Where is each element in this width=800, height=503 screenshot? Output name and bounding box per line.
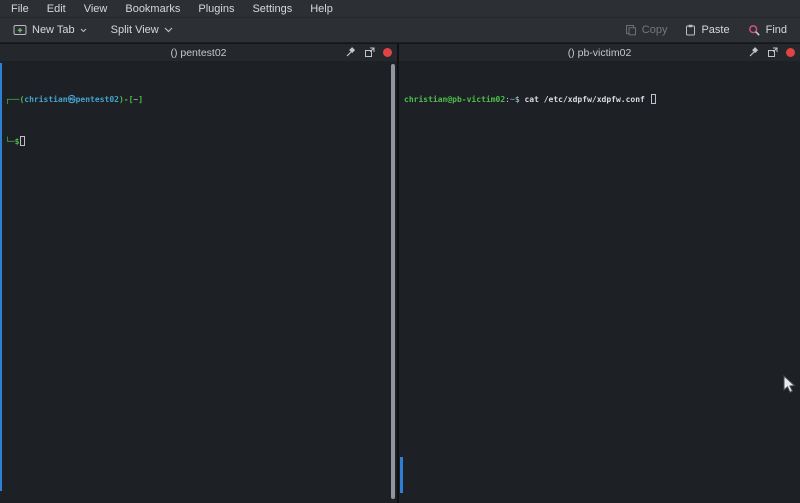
- scrollbar-thumb[interactable]: [391, 64, 395, 499]
- prompt-frame: )-[: [119, 95, 133, 104]
- pane-title: () pentest02: [170, 47, 226, 59]
- detach-icon[interactable]: [767, 47, 778, 58]
- terminal-line: christian@pb-victim02:~$ cat /etc/xdpfw/…: [404, 93, 796, 107]
- new-tab-icon: [13, 24, 27, 36]
- menu-item-help[interactable]: Help: [301, 1, 342, 17]
- prompt-dollar: $: [515, 95, 525, 104]
- pane-title: () pb-victim02: [568, 47, 632, 59]
- prompt-frame: └─$: [5, 137, 19, 146]
- copy-label: Copy: [642, 24, 668, 36]
- close-circle-icon[interactable]: [786, 48, 795, 57]
- chevron-down-icon: [164, 27, 173, 33]
- prompt-userhost: christian㉿pentest02: [24, 95, 119, 104]
- terminal-screen-pb-victim02[interactable]: christian@pb-victim02:~$ cat /etc/xdpfw/…: [399, 61, 800, 503]
- scrollbar-thumb[interactable]: [400, 457, 403, 493]
- paste-label: Paste: [701, 24, 729, 36]
- menu-item-view[interactable]: View: [75, 1, 117, 17]
- menubar: File Edit View Bookmarks Plugins Setting…: [0, 0, 800, 18]
- terminal-pane-pb-victim02: () pb-victim02: [399, 44, 800, 503]
- prompt-frame: ]: [138, 95, 143, 104]
- terminal-screen-pentest02[interactable]: ┌──(christian㉿pentest02)-[~] └─$: [0, 61, 397, 503]
- pane-header-actions: [748, 44, 795, 61]
- konsole-window: File Edit View Bookmarks Plugins Setting…: [0, 0, 800, 503]
- split-view-button[interactable]: Split View: [104, 21, 180, 39]
- new-tab-button[interactable]: New Tab: [6, 21, 94, 39]
- prompt-userhost: christian@pb-victim02: [404, 95, 505, 104]
- menu-item-plugins[interactable]: Plugins: [189, 1, 243, 17]
- detach-icon[interactable]: [364, 47, 375, 58]
- chevron-down-icon: [80, 28, 87, 33]
- menu-item-settings[interactable]: Settings: [243, 1, 301, 17]
- prompt-frame: ┌──(: [5, 95, 24, 104]
- mouse-cursor: [783, 375, 796, 399]
- terminal-line: ┌──(christian㉿pentest02)-[~]: [5, 93, 393, 107]
- pane-header-actions: [345, 44, 392, 61]
- typed-command: cat /etc/xdpfw/xdpfw.conf: [524, 95, 649, 104]
- menu-item-edit[interactable]: Edit: [38, 1, 75, 17]
- split-view-label: Split View: [111, 24, 159, 36]
- toolbar: New Tab Split View Copy: [0, 18, 800, 43]
- pin-icon[interactable]: [345, 47, 356, 58]
- find-button[interactable]: Find: [741, 21, 794, 40]
- text-cursor: [651, 94, 656, 104]
- menu-item-bookmarks[interactable]: Bookmarks: [116, 1, 189, 17]
- paste-button[interactable]: Paste: [678, 21, 736, 39]
- active-pane-indicator: [0, 63, 2, 491]
- copy-button[interactable]: Copy: [618, 21, 675, 39]
- search-icon: [748, 24, 761, 37]
- pane-header-pb-victim02[interactable]: () pb-victim02: [399, 44, 800, 61]
- split-container: () pentest02: [0, 44, 800, 503]
- new-tab-label: New Tab: [32, 24, 75, 36]
- pane-header-pentest02[interactable]: () pentest02: [0, 44, 397, 61]
- terminal-line: └─$: [5, 135, 393, 149]
- copy-icon: [625, 24, 637, 36]
- pin-icon[interactable]: [748, 47, 759, 58]
- close-circle-icon[interactable]: [383, 48, 392, 57]
- toolbar-right-group: Copy Paste Find: [618, 21, 794, 40]
- menu-item-file[interactable]: File: [2, 1, 38, 17]
- find-label: Find: [766, 24, 787, 36]
- text-cursor: [20, 136, 25, 146]
- terminal-pane-pentest02: () pentest02: [0, 44, 397, 503]
- paste-icon: [685, 24, 696, 36]
